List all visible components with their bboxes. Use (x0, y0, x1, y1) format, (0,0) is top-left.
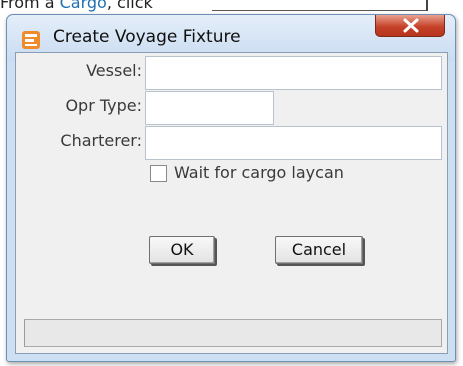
close-button[interactable] (375, 15, 445, 37)
opr-type-field[interactable] (145, 91, 274, 125)
vessel-field[interactable] (145, 56, 442, 90)
charterer-field[interactable] (145, 126, 442, 160)
vessel-label: Vessel: (86, 61, 142, 80)
close-icon (403, 18, 419, 33)
dialog-body: Vessel: Opr Type: Charterer: Wait for ca… (15, 52, 448, 354)
dialog-title: Create Voyage Fixture (53, 27, 241, 47)
voyage-fixture-icon (22, 31, 40, 49)
cancel-button[interactable]: Cancel (275, 236, 363, 264)
context-suffix: , click (106, 0, 153, 12)
wait-for-cargo-laycan-label: Wait for cargo laycan (174, 163, 344, 182)
cargo-link[interactable]: Cargo (60, 0, 107, 12)
inline-button-image-tick (426, 0, 428, 11)
status-bar (24, 319, 442, 347)
opr-type-label: Opr Type: (65, 96, 142, 115)
inline-button-image-edge (212, 10, 426, 11)
create-voyage-fixture-dialog: Create Voyage Fixture Vessel: Opr Type: … (6, 14, 456, 362)
wait-for-cargo-laycan-checkbox[interactable] (150, 165, 167, 182)
charterer-label: Charterer: (60, 131, 142, 150)
context-instruction: From a Cargo, click (0, 0, 153, 13)
context-prefix: From a (0, 0, 60, 12)
ok-button[interactable]: OK (149, 236, 215, 264)
